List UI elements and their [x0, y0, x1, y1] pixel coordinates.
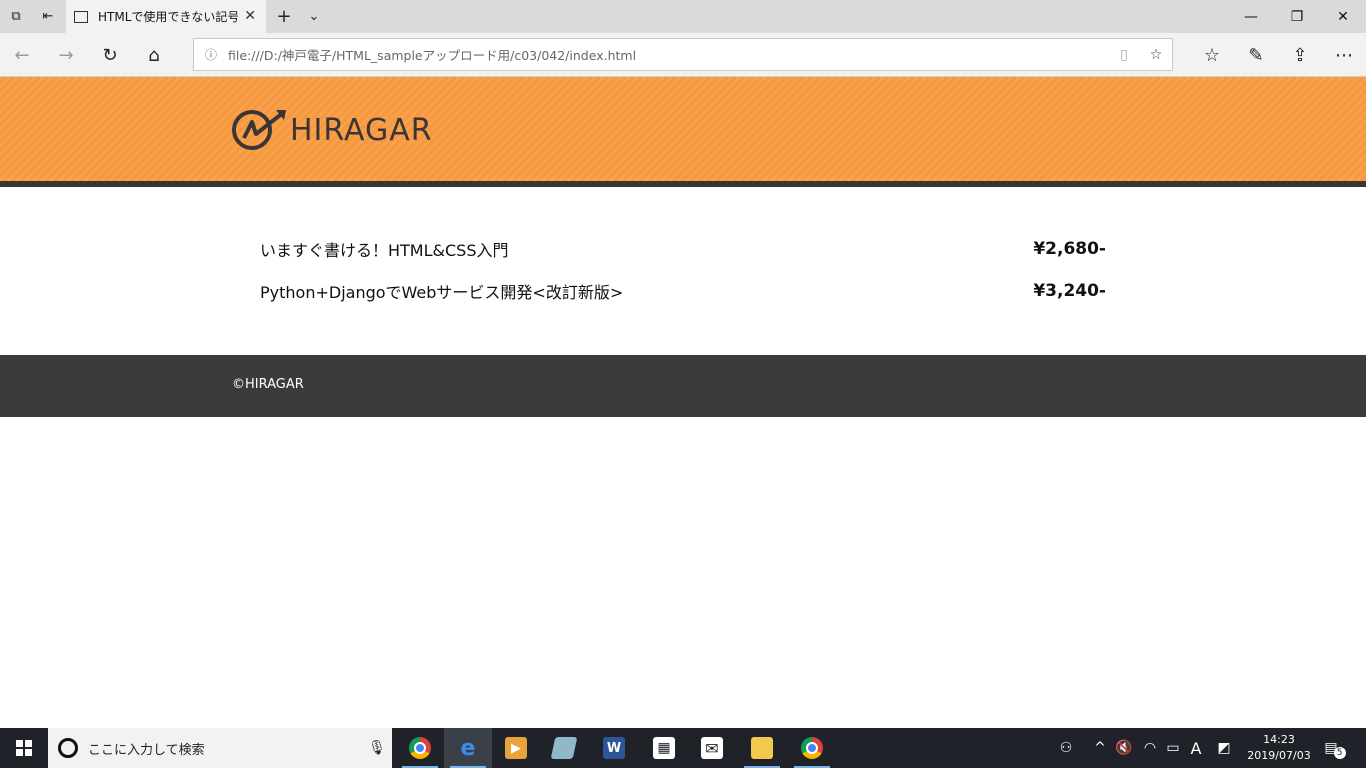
notes-icon	[550, 737, 578, 759]
item-name: Python+DjangoでWebサービス開発<改訂新版>	[260, 283, 624, 302]
taskbar-notes-app[interactable]	[540, 728, 588, 768]
taskbar-video-app[interactable]: ▶	[492, 728, 540, 768]
word-icon: W	[603, 737, 625, 759]
folder-icon	[751, 737, 773, 759]
taskbar-search-box[interactable]: ここに入力して検索 🎙	[48, 728, 392, 768]
close-window-icon[interactable]: ✕	[1320, 0, 1366, 33]
chrome-icon	[409, 737, 431, 759]
taskbar-edge-app[interactable]: e	[444, 728, 492, 768]
list-item: いますぐ書ける！HTML&CSS入門 ¥2,680-	[260, 228, 1106, 270]
microphone-icon[interactable]: 🎙	[362, 740, 392, 756]
clock-time: 14:23	[1263, 733, 1295, 746]
tab-preview-chevron-icon[interactable]: ⌄	[298, 0, 330, 33]
ime-indicator[interactable]: A	[1186, 728, 1206, 768]
video-player-icon: ▶	[505, 737, 527, 759]
list-item: Python+DjangoでWebサービス開発<改訂新版> ¥3,240-	[260, 270, 1106, 312]
site-logo[interactable]: HIRAGAR	[230, 108, 433, 152]
edge-icon: e	[460, 735, 476, 761]
address-bar[interactable]: ⓘ file:///D:/神戸電子/HTML_sampleアップロード用/c03…	[193, 38, 1173, 71]
show-hidden-icons-chevron-icon[interactable]: ^	[1090, 728, 1110, 768]
search-placeholder: ここに入力して検索	[88, 742, 205, 758]
share-icon[interactable]: ⇪	[1280, 33, 1320, 77]
forward-icon[interactable]: →	[46, 33, 86, 77]
item-name: いますぐ書ける！HTML&CSS入門	[260, 241, 509, 260]
windows-logo-icon	[16, 740, 32, 756]
mail-icon: ✉	[701, 737, 723, 759]
url-text[interactable]: file:///D:/神戸電子/HTML_sampleアップロード用/c03/0…	[228, 45, 1108, 64]
back-icon[interactable]: ←	[2, 33, 42, 77]
notification-count-badge: 5	[1333, 747, 1346, 759]
cortana-icon	[58, 738, 78, 758]
taskbar-mail-app[interactable]: ✉	[688, 728, 736, 768]
new-tab-icon[interactable]: +	[268, 0, 300, 33]
clock-date: 2019/07/03	[1247, 749, 1311, 762]
reading-view-icon[interactable]: ▯	[1108, 47, 1140, 63]
home-icon[interactable]: ⌂	[134, 33, 174, 77]
page-icon	[74, 10, 88, 23]
favorites-hub-icon[interactable]: ☆	[1192, 33, 1232, 77]
battery-icon[interactable]: ▭	[1162, 728, 1184, 768]
info-icon[interactable]: ⓘ	[194, 46, 228, 63]
site-footer: ©HIRAGAR	[0, 355, 1366, 417]
taskbar-store-app[interactable]: ▦	[640, 728, 688, 768]
site-header	[0, 77, 1366, 181]
active-tab[interactable]: HTMLで使用できない記号 ✕	[66, 0, 266, 33]
favorite-star-icon[interactable]: ☆	[1140, 47, 1172, 63]
refresh-icon[interactable]: ↻	[90, 33, 130, 77]
tabs-aside-icon[interactable]: ⧉	[0, 0, 32, 33]
set-tabs-aside-icon[interactable]: ⇤	[32, 0, 64, 33]
taskbar-clock[interactable]: 14:23 2019/07/03	[1244, 732, 1314, 764]
price-list: いますぐ書ける！HTML&CSS入門 ¥2,680- Python+Django…	[260, 228, 1106, 312]
wifi-icon[interactable]: ◠	[1140, 728, 1160, 768]
logo-emblem-icon	[232, 110, 286, 150]
notification-center-icon[interactable]: ▤ 5	[1320, 728, 1350, 768]
chrome-icon	[801, 737, 823, 759]
copyright-text: ©HIRAGAR	[232, 377, 304, 392]
tab-title: HTMLで使用できない記号	[98, 10, 238, 24]
taskbar-word-app[interactable]: W	[590, 728, 638, 768]
taskbar-chrome-app-2[interactable]	[788, 728, 836, 768]
logo-text: HIRAGAR	[290, 112, 433, 148]
taskbar-explorer-app[interactable]	[738, 728, 786, 768]
header-border	[0, 181, 1366, 187]
restore-icon[interactable]: ❐	[1274, 0, 1320, 33]
minimize-icon[interactable]: —	[1228, 0, 1274, 33]
more-options-icon[interactable]: ⋯	[1324, 33, 1364, 77]
browser-nav-bar: ← → ↻ ⌂ ⓘ file:///D:/神戸電子/HTML_sampleアップ…	[0, 33, 1366, 77]
action-center-pen-icon[interactable]: ◩	[1214, 728, 1234, 768]
volume-muted-icon[interactable]: 🔇	[1114, 728, 1134, 768]
item-price: ¥2,680-	[1033, 239, 1106, 259]
web-note-icon[interactable]: ✎	[1236, 33, 1276, 77]
item-price: ¥3,240-	[1033, 281, 1106, 301]
taskbar: ここに入力して検索 🎙 e ▶ W ▦ ✉ ⚇ ^ 🔇 ◠ ▭ A ◩ 14:2…	[0, 728, 1366, 768]
people-icon[interactable]: ⚇	[1054, 728, 1078, 768]
store-icon: ▦	[653, 737, 675, 759]
browser-tab-bar: ⧉ ⇤ HTMLで使用できない記号 ✕ + ⌄ — ❐ ✕	[0, 0, 1366, 33]
tab-close-icon[interactable]: ✕	[244, 8, 256, 24]
taskbar-chrome-app[interactable]	[396, 728, 444, 768]
start-button[interactable]	[0, 728, 48, 768]
